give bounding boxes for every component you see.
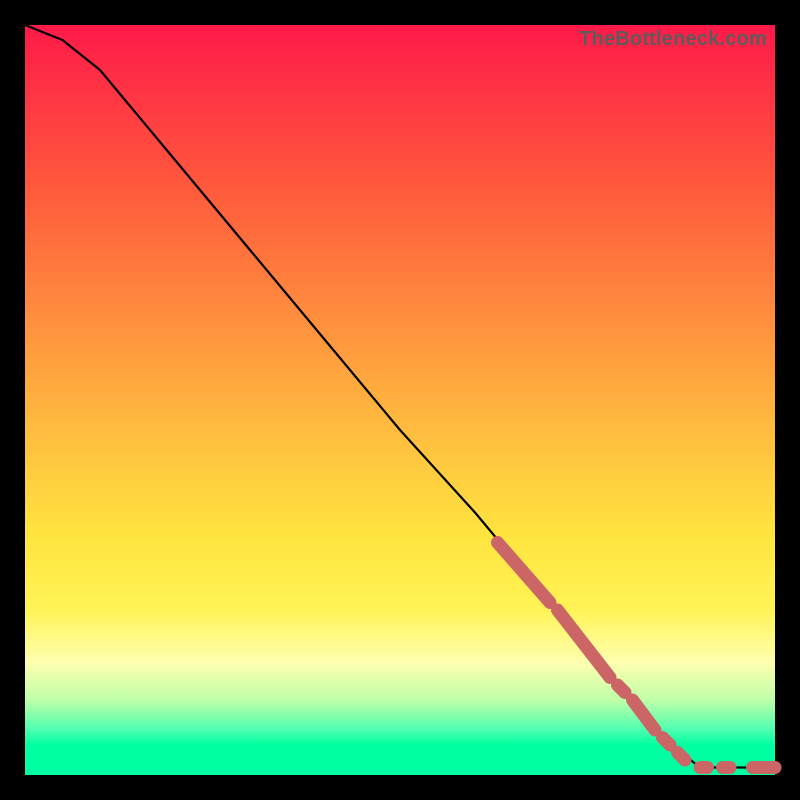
data-marker-layer: [498, 543, 776, 768]
chart-frame: TheBottleneck.com: [25, 25, 775, 775]
bottleneck-curve: [25, 25, 775, 768]
data-marker: [618, 685, 626, 693]
data-marker: [663, 738, 671, 746]
data-marker: [498, 543, 551, 603]
data-marker: [633, 700, 656, 730]
data-marker: [678, 753, 686, 761]
data-marker: [558, 610, 611, 678]
chart-svg: [25, 25, 775, 775]
